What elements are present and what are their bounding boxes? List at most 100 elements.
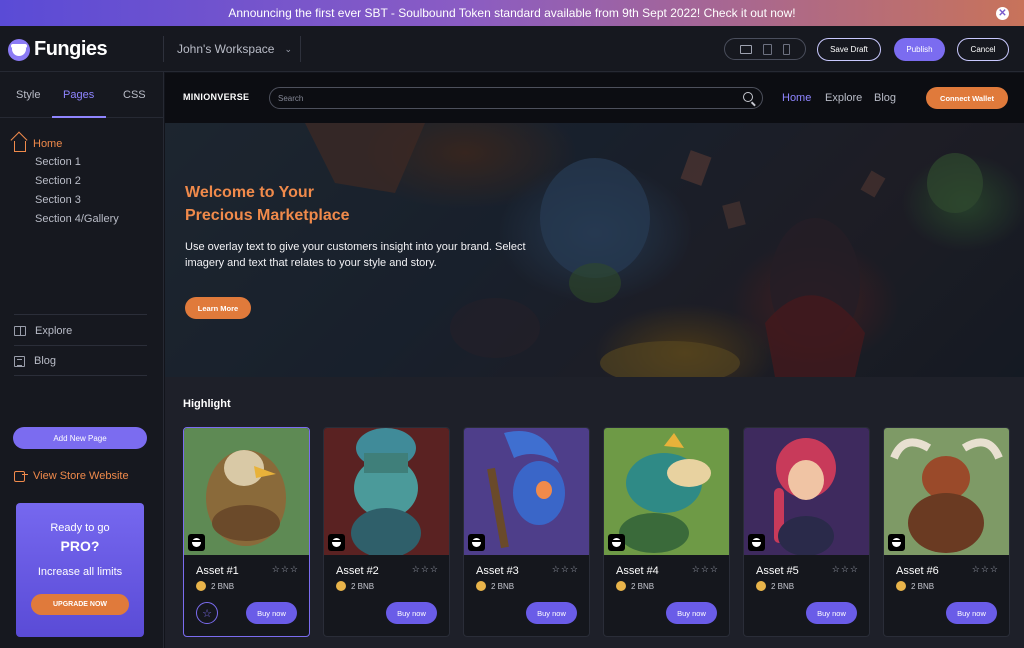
site-brand[interactable]: MINIONVERSE <box>183 92 249 102</box>
rating-stars-icon[interactable]: ☆☆☆ <box>552 564 579 575</box>
price-value: 2 BNB <box>631 581 655 591</box>
price-value: 2 BNB <box>771 581 795 591</box>
search-icon[interactable] <box>743 92 753 102</box>
active-tab-indicator <box>52 116 106 118</box>
view-store-label: View Store Website <box>33 470 129 482</box>
sidebar-item-blog[interactable]: Blog <box>14 355 56 367</box>
buy-now-button[interactable]: Buy now <box>666 602 717 624</box>
owner-avatar[interactable] <box>748 534 765 551</box>
owner-avatar[interactable] <box>188 534 205 551</box>
sidebar-item-label: Explore <box>35 325 73 337</box>
bnb-coin-icon <box>476 581 486 591</box>
site-header: MINIONVERSE Search Home Explore Blog Con… <box>165 73 1024 123</box>
upgrade-now-button[interactable]: UPGRADE NOW <box>31 594 129 615</box>
asset-name: Asset #3 <box>476 565 519 577</box>
save-draft-button[interactable]: Save Draft <box>817 38 881 61</box>
asset-name: Asset #6 <box>896 565 939 577</box>
rating-stars-icon[interactable]: ☆☆☆ <box>272 564 299 575</box>
close-icon[interactable]: ✕ <box>996 7 1009 20</box>
asset-card[interactable]: Asset #1 ☆☆☆ 2 BNB ☆ Buy now <box>183 427 310 637</box>
divider <box>300 36 301 62</box>
bnb-coin-icon <box>336 581 346 591</box>
divider <box>14 345 147 346</box>
sidebar-item-section-4-gallery[interactable]: Section 4/Gallery <box>35 213 119 225</box>
hero-title: Welcome to Your Precious Marketplace <box>185 181 415 227</box>
desktop-icon[interactable] <box>740 44 753 54</box>
add-new-page-button[interactable]: Add New Page <box>13 427 147 449</box>
site-nav-blog[interactable]: Blog <box>874 92 896 104</box>
owner-avatar[interactable] <box>328 534 345 551</box>
document-icon <box>14 355 25 367</box>
sidebar-item-section-3[interactable]: Section 3 <box>35 194 81 206</box>
buy-now-button[interactable]: Buy now <box>806 602 857 624</box>
favorite-star-button[interactable]: ☆ <box>196 602 218 624</box>
price-value: 2 BNB <box>491 581 515 591</box>
view-store-website-link[interactable]: View Store Website <box>14 470 129 482</box>
search-input[interactable]: Search <box>269 87 763 109</box>
asset-price: 2 BNB <box>336 581 374 591</box>
bnb-coin-icon <box>896 581 906 591</box>
mobile-icon[interactable] <box>782 43 790 55</box>
logo[interactable]: Fungies <box>8 38 108 61</box>
buy-now-button[interactable]: Buy now <box>946 602 997 624</box>
publish-button[interactable]: Publish <box>894 38 945 61</box>
sidebar-item-home[interactable]: Home <box>14 138 63 152</box>
rating-stars-icon[interactable]: ☆☆☆ <box>692 564 719 575</box>
announcement-text[interactable]: Announcing the first ever SBT - Soulboun… <box>228 6 795 20</box>
promo-line-1: Ready to go <box>50 522 110 534</box>
asset-card[interactable]: Asset #2 ☆☆☆ 2 BNB Buy now <box>323 427 450 637</box>
asset-card[interactable]: Asset #5 ☆☆☆ 2 BNB Buy now <box>743 427 870 637</box>
cancel-button[interactable]: Cancel <box>957 38 1009 61</box>
buy-now-button[interactable]: Buy now <box>386 602 437 624</box>
fungies-logo-icon <box>8 38 30 61</box>
tab-style[interactable]: Style <box>16 89 40 101</box>
tablet-icon[interactable] <box>762 43 772 55</box>
sidebar-item-explore[interactable]: Explore <box>14 325 72 337</box>
search-placeholder: Search <box>278 94 304 103</box>
workspace-selector[interactable]: John's Workspace ⌄ <box>177 42 292 56</box>
asset-price: 2 BNB <box>896 581 934 591</box>
hero-section[interactable]: Welcome to Your Precious Marketplace Use… <box>165 123 1024 377</box>
learn-more-button[interactable]: Learn More <box>185 297 251 319</box>
owner-avatar[interactable] <box>888 534 905 551</box>
workspace-name: John's Workspace <box>177 42 275 56</box>
highlight-section: Highlight Asset #1 ☆☆☆ 2 BNB ☆ Buy now A <box>165 377 1024 648</box>
promo-line-3: Increase all limits <box>37 566 123 578</box>
device-preview-toggle <box>724 38 806 60</box>
asset-card[interactable]: Asset #6 ☆☆☆ 2 BNB Buy now <box>883 427 1010 637</box>
rating-stars-icon[interactable]: ☆☆☆ <box>832 564 859 575</box>
tab-css[interactable]: CSS <box>123 89 146 101</box>
home-icon <box>14 140 26 152</box>
divider <box>163 36 164 62</box>
chevron-down-icon: ⌄ <box>284 43 292 54</box>
asset-card[interactable]: Asset #4 ☆☆☆ 2 BNB Buy now <box>603 427 730 637</box>
asset-name: Asset #5 <box>756 565 799 577</box>
sidebar-item-label: Home <box>33 138 63 150</box>
logo-text: Fungies <box>34 38 108 60</box>
owner-avatar[interactable] <box>608 534 625 551</box>
asset-name: Asset #1 <box>196 565 239 577</box>
asset-price: 2 BNB <box>196 581 234 591</box>
rating-stars-icon[interactable]: ☆☆☆ <box>972 564 999 575</box>
owner-avatar[interactable] <box>468 534 485 551</box>
site-nav-explore[interactable]: Explore <box>825 92 862 104</box>
asset-card[interactable]: Asset #3 ☆☆☆ 2 BNB Buy now <box>463 427 590 637</box>
divider <box>14 375 147 376</box>
asset-price: 2 BNB <box>756 581 794 591</box>
price-value: 2 BNB <box>211 581 235 591</box>
sidebar-item-section-2[interactable]: Section 2 <box>35 175 81 187</box>
buy-now-button[interactable]: Buy now <box>526 602 577 624</box>
connect-wallet-button[interactable]: Connect Wallet <box>926 87 1008 109</box>
announcement-bar: Announcing the first ever SBT - Soulboun… <box>0 0 1024 26</box>
buy-now-button[interactable]: Buy now <box>246 602 297 624</box>
divider <box>14 314 147 315</box>
bnb-coin-icon <box>616 581 626 591</box>
price-value: 2 BNB <box>351 581 375 591</box>
tab-pages[interactable]: Pages <box>63 89 94 101</box>
sidebar-item-section-1[interactable]: Section 1 <box>35 156 81 168</box>
price-value: 2 BNB <box>911 581 935 591</box>
site-nav-home[interactable]: Home <box>782 92 811 104</box>
asset-name: Asset #2 <box>336 565 379 577</box>
bnb-coin-icon <box>756 581 766 591</box>
rating-stars-icon[interactable]: ☆☆☆ <box>412 564 439 575</box>
